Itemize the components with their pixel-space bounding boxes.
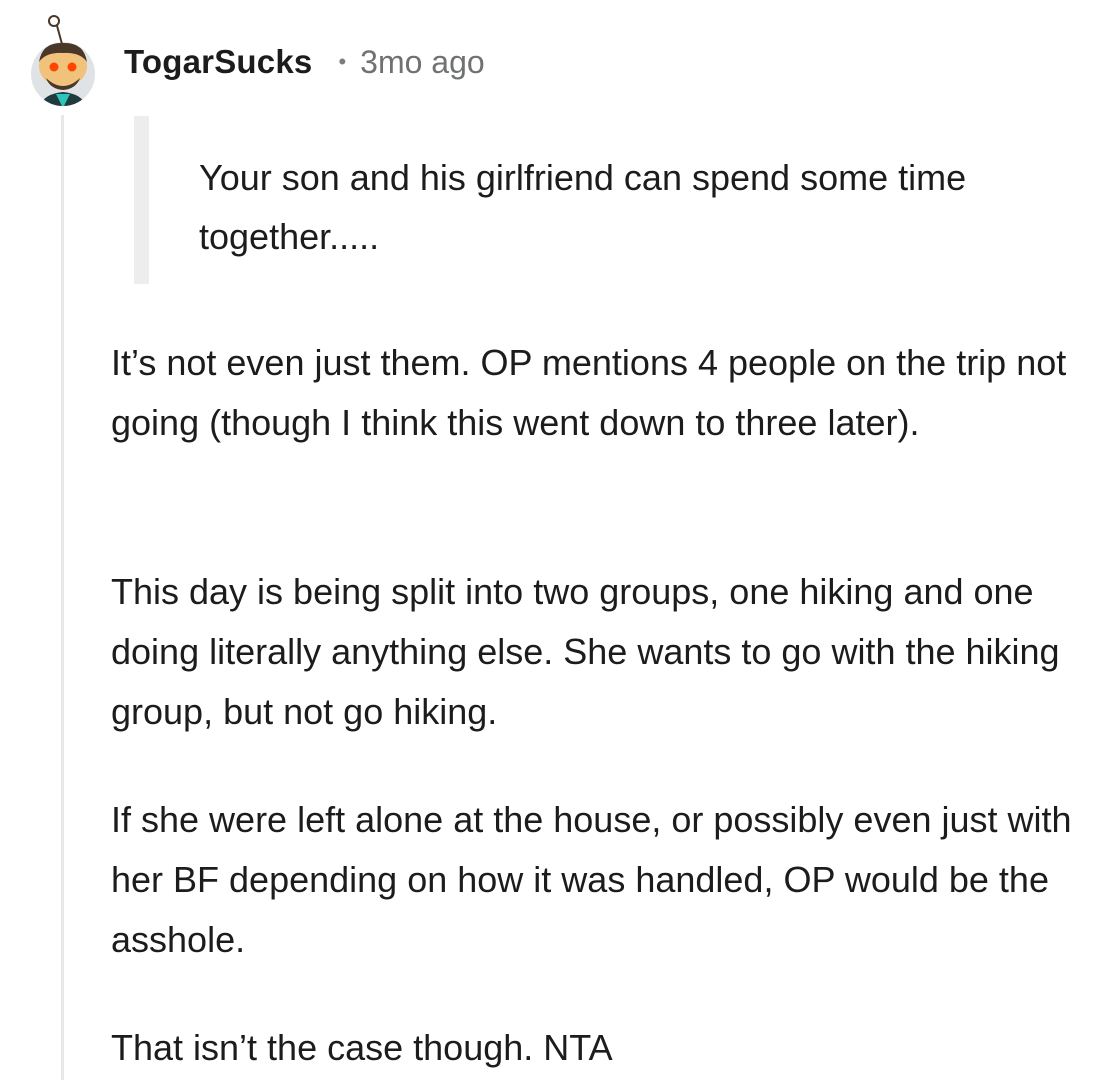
comment-paragraph: If she were left alone at the house, or … bbox=[111, 799, 1072, 960]
blockquote: Your son and his girlfriend can spend so… bbox=[134, 116, 1064, 284]
username[interactable]: TogarSucks bbox=[124, 43, 312, 81]
snoo-avatar-icon bbox=[31, 15, 95, 106]
comment-paragraph: That isn’t the case though. NTA bbox=[111, 1027, 613, 1068]
avatar[interactable] bbox=[18, 14, 108, 108]
comment-header: TogarSucks • 3mo ago bbox=[124, 40, 485, 84]
quote-text: Your son and his girlfriend can spend so… bbox=[199, 157, 967, 257]
comment-paragraph: It’s not even just them. OP mentions 4 p… bbox=[111, 342, 1067, 443]
timestamp[interactable]: 3mo ago bbox=[360, 44, 485, 81]
comment-paragraph: This day is being split into two groups,… bbox=[111, 571, 1060, 732]
meta-separator: • bbox=[338, 49, 347, 74]
thread-line[interactable] bbox=[61, 115, 64, 1080]
